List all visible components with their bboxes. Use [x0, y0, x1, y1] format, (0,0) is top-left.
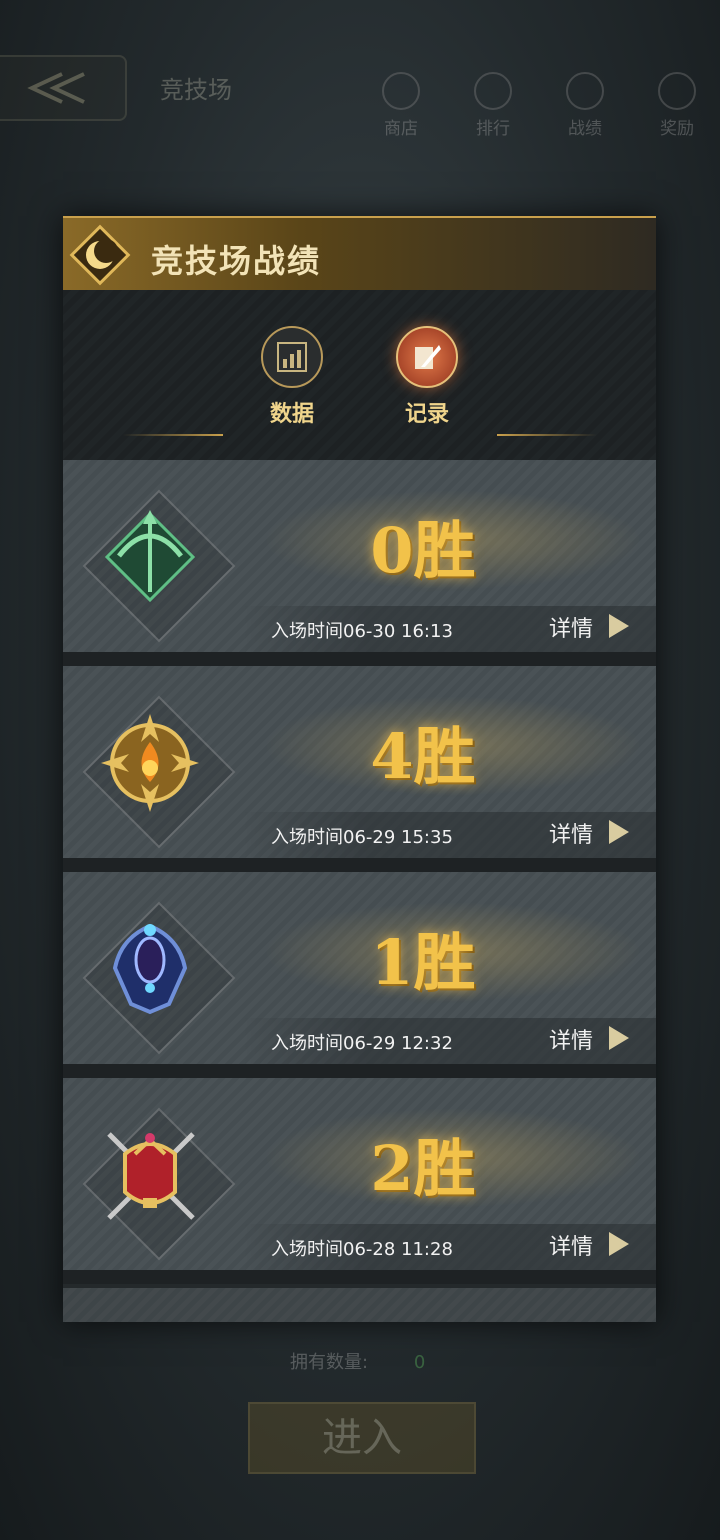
- wins-count: 4胜: [370, 720, 476, 793]
- crossed-swords-icon: [566, 72, 604, 110]
- wins-count: 1胜: [370, 926, 476, 999]
- detail-button[interactable]: 详情: [549, 611, 593, 643]
- detail-button[interactable]: 详情: [549, 817, 593, 849]
- shop-icon: [382, 72, 420, 110]
- record-row[interactable]: 2胜 入场时间06-28 11:28 详情: [63, 1078, 656, 1284]
- panel-header: 竞技场战绩: [63, 216, 656, 292]
- own-count: 拥有数量: 0: [290, 1352, 426, 1373]
- gift-icon: [658, 72, 696, 110]
- play-arrow-icon[interactable]: [609, 820, 629, 844]
- tab-records[interactable]: 记录: [392, 326, 462, 428]
- entry-time: 入场时间06-30 16:13: [271, 621, 453, 642]
- tabs-area: 数据 记录: [63, 290, 656, 460]
- tab-data-label: 数据: [269, 402, 314, 427]
- nav-record[interactable]: 战绩: [550, 72, 620, 139]
- tab-data[interactable]: 数据: [257, 326, 327, 428]
- tab-divider-left: [123, 434, 223, 436]
- tab-divider-right: [497, 434, 597, 436]
- blue-crest-badge-icon: [112, 923, 188, 1015]
- detail-button[interactable]: 详情: [549, 1229, 593, 1261]
- nav-ranking[interactable]: 排行: [458, 72, 528, 139]
- red-crown-badge-icon: [107, 1132, 195, 1220]
- moon-emblem-icon: [69, 224, 131, 286]
- panel-title: 竞技场战绩: [151, 242, 322, 280]
- nav-shop[interactable]: 商店: [366, 72, 436, 139]
- record-row[interactable]: 4胜 入场时间06-29 15:35 详情: [63, 666, 656, 872]
- record-row[interactable]: 1胜 入场时间06-29 12:32 详情: [63, 872, 656, 1078]
- entry-time: 入场时间06-28 11:28: [271, 1239, 453, 1260]
- play-arrow-icon[interactable]: [609, 1026, 629, 1050]
- nav-reward[interactable]: 奖励: [642, 72, 712, 139]
- tab-records-label: 记录: [404, 402, 449, 427]
- green-bow-badge-icon: [104, 510, 196, 603]
- back-button[interactable]: [0, 55, 127, 121]
- detail-button[interactable]: 详情: [549, 1023, 593, 1055]
- background-header: 竞技场 商店 排行 战绩 奖励: [0, 0, 720, 139]
- trophy-icon: [474, 72, 512, 110]
- entry-time: 入场时间06-29 15:35: [271, 827, 453, 848]
- entry-time: 入场时间06-29 12:32: [271, 1033, 453, 1054]
- arena-record-panel: 竞技场战绩 数据 记录 0胜 入场时间06-30 16:13 详情 4胜 入场时…: [63, 216, 656, 1322]
- play-arrow-icon[interactable]: [609, 614, 629, 638]
- chart-icon: [277, 342, 307, 372]
- play-arrow-icon[interactable]: [609, 1232, 629, 1256]
- wins-count: 2胜: [370, 1132, 476, 1205]
- enter-button[interactable]: 进入: [248, 1402, 476, 1474]
- record-row[interactable]: 0胜 入场时间06-30 16:13 详情: [63, 460, 656, 666]
- wins-count: 0胜: [370, 514, 476, 587]
- gold-flame-badge-icon: [101, 714, 199, 812]
- screen-title: 竞技场: [160, 76, 232, 104]
- back-arrow-icon: [27, 72, 85, 104]
- next-record-partial: [63, 1288, 656, 1322]
- quill-icon: [415, 345, 441, 369]
